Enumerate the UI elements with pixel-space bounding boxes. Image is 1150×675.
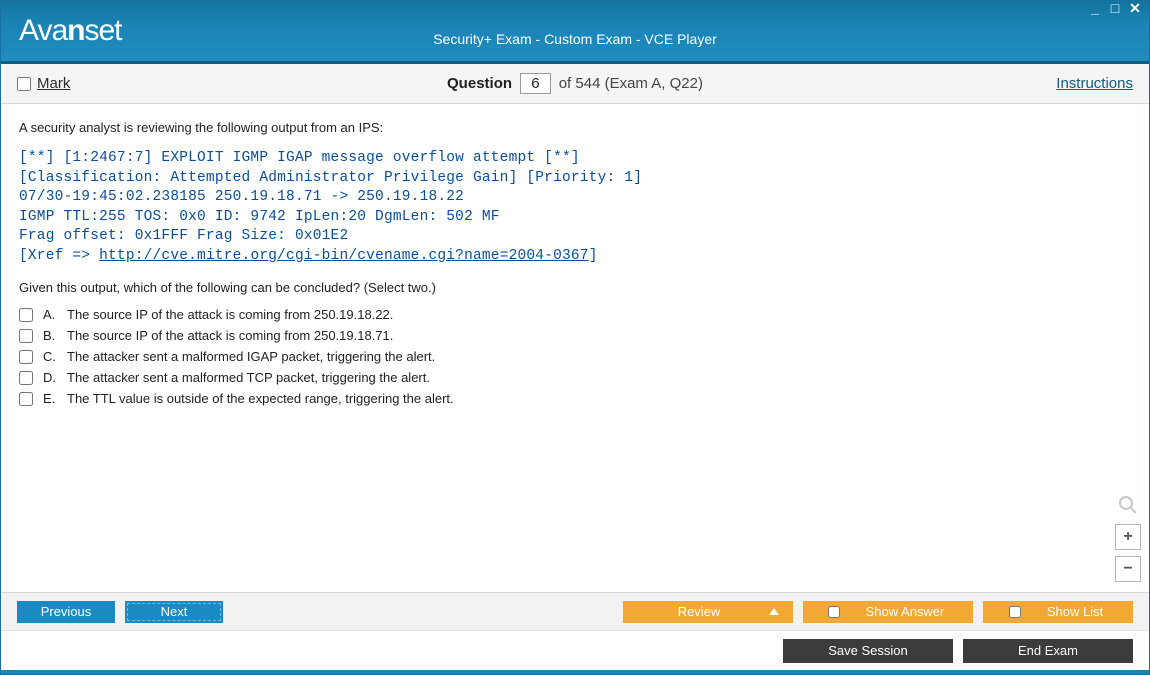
option-letter: B. (43, 328, 57, 343)
mono-line: 07/30-19:45:02.238185 250.19.18.71 -> 25… (19, 188, 1131, 208)
show-answer-label: Show Answer (866, 604, 945, 619)
show-answer-button[interactable]: Show Answer (803, 601, 973, 623)
xref-suffix: ] (589, 248, 598, 264)
zoom-in-button[interactable]: + (1115, 524, 1141, 550)
close-button[interactable]: ✕ (1127, 3, 1143, 17)
nav-footer: Previous Next Review Show Answer Show Li… (1, 592, 1149, 630)
option-b[interactable]: B. The source IP of the attack is coming… (19, 328, 1131, 343)
question-number-box: 6 (520, 73, 550, 94)
option-text: The source IP of the attack is coming fr… (67, 328, 393, 343)
triangle-up-icon (769, 608, 779, 615)
question-position: Question 6 of 544 (Exam A, Q22) (1, 73, 1149, 94)
option-checkbox[interactable] (19, 371, 33, 385)
option-letter: A. (43, 307, 57, 322)
option-letter: C. (43, 349, 57, 364)
maximize-button[interactable]: □ (1107, 3, 1123, 17)
option-checkbox[interactable] (19, 308, 33, 322)
question-intro: A security analyst is reviewing the foll… (19, 120, 1131, 135)
show-list-label: Show List (1047, 604, 1103, 619)
option-a[interactable]: A. The source IP of the attack is coming… (19, 307, 1131, 322)
option-letter: E. (43, 391, 57, 406)
mono-line: [**] [1:2467:7] EXPLOIT IGMP IGAP messag… (19, 149, 1131, 169)
bottom-accent-bar (1, 670, 1149, 674)
previous-button[interactable]: Previous (17, 601, 115, 623)
action-footer: Save Session End Exam (1, 630, 1149, 670)
option-checkbox[interactable] (19, 329, 33, 343)
option-d[interactable]: D. The attacker sent a malformed TCP pac… (19, 370, 1131, 385)
option-c[interactable]: C. The attacker sent a malformed IGAP pa… (19, 349, 1131, 364)
option-text: The attacker sent a malformed IGAP packe… (67, 349, 435, 364)
minimize-button[interactable]: _ (1087, 3, 1103, 17)
option-letter: D. (43, 370, 57, 385)
question-of-text: of 544 (Exam A, Q22) (559, 75, 703, 92)
xref-prefix: [Xref => (19, 248, 99, 264)
question-followup: Given this output, which of the followin… (19, 280, 1131, 295)
search-icon[interactable] (1115, 492, 1141, 518)
mono-line: [Classification: Attempted Administrator… (19, 169, 1131, 189)
review-button[interactable]: Review (623, 601, 793, 623)
title-bar: Avanset Security+ Exam - Custom Exam - V… (1, 1, 1149, 64)
ips-output: [**] [1:2467:7] EXPLOIT IGMP IGAP messag… (19, 149, 1131, 266)
answer-options: A. The source IP of the attack is coming… (19, 307, 1131, 406)
mono-line-xref: [Xref => http://cve.mitre.org/cgi-bin/cv… (19, 247, 1131, 267)
xref-link[interactable]: http://cve.mitre.org/cgi-bin/cvename.cgi… (99, 248, 589, 264)
option-text: The TTL value is outside of the expected… (67, 391, 454, 406)
option-e[interactable]: E. The TTL value is outside of the expec… (19, 391, 1131, 406)
show-list-button[interactable]: Show List (983, 601, 1133, 623)
zoom-out-button[interactable]: − (1115, 556, 1141, 582)
mono-line: IGMP TTL:255 TOS: 0x0 ID: 9742 IpLen:20 … (19, 208, 1131, 228)
save-session-button[interactable]: Save Session (783, 639, 953, 663)
next-button[interactable]: Next (125, 601, 223, 623)
option-checkbox[interactable] (19, 392, 33, 406)
question-word: Question (447, 75, 512, 92)
question-header: Mark Question 6 of 544 (Exam A, Q22) Ins… (1, 64, 1149, 104)
end-exam-button[interactable]: End Exam (963, 639, 1133, 663)
option-text: The source IP of the attack is coming fr… (67, 307, 393, 322)
question-body: A security analyst is reviewing the foll… (1, 104, 1149, 592)
window-title: Security+ Exam - Custom Exam - VCE Playe… (1, 31, 1149, 47)
show-list-checkbox[interactable] (1009, 606, 1021, 618)
show-answer-checkbox[interactable] (828, 606, 840, 618)
window-controls: _ □ ✕ (1087, 3, 1143, 17)
option-text: The attacker sent a malformed TCP packet… (67, 370, 430, 385)
review-label: Review (678, 604, 721, 619)
option-checkbox[interactable] (19, 350, 33, 364)
mono-line: Frag offset: 0x1FFF Frag Size: 0x01E2 (19, 227, 1131, 247)
zoom-controls: + − (1115, 492, 1141, 582)
app-window: Avanset Security+ Exam - Custom Exam - V… (0, 0, 1150, 675)
